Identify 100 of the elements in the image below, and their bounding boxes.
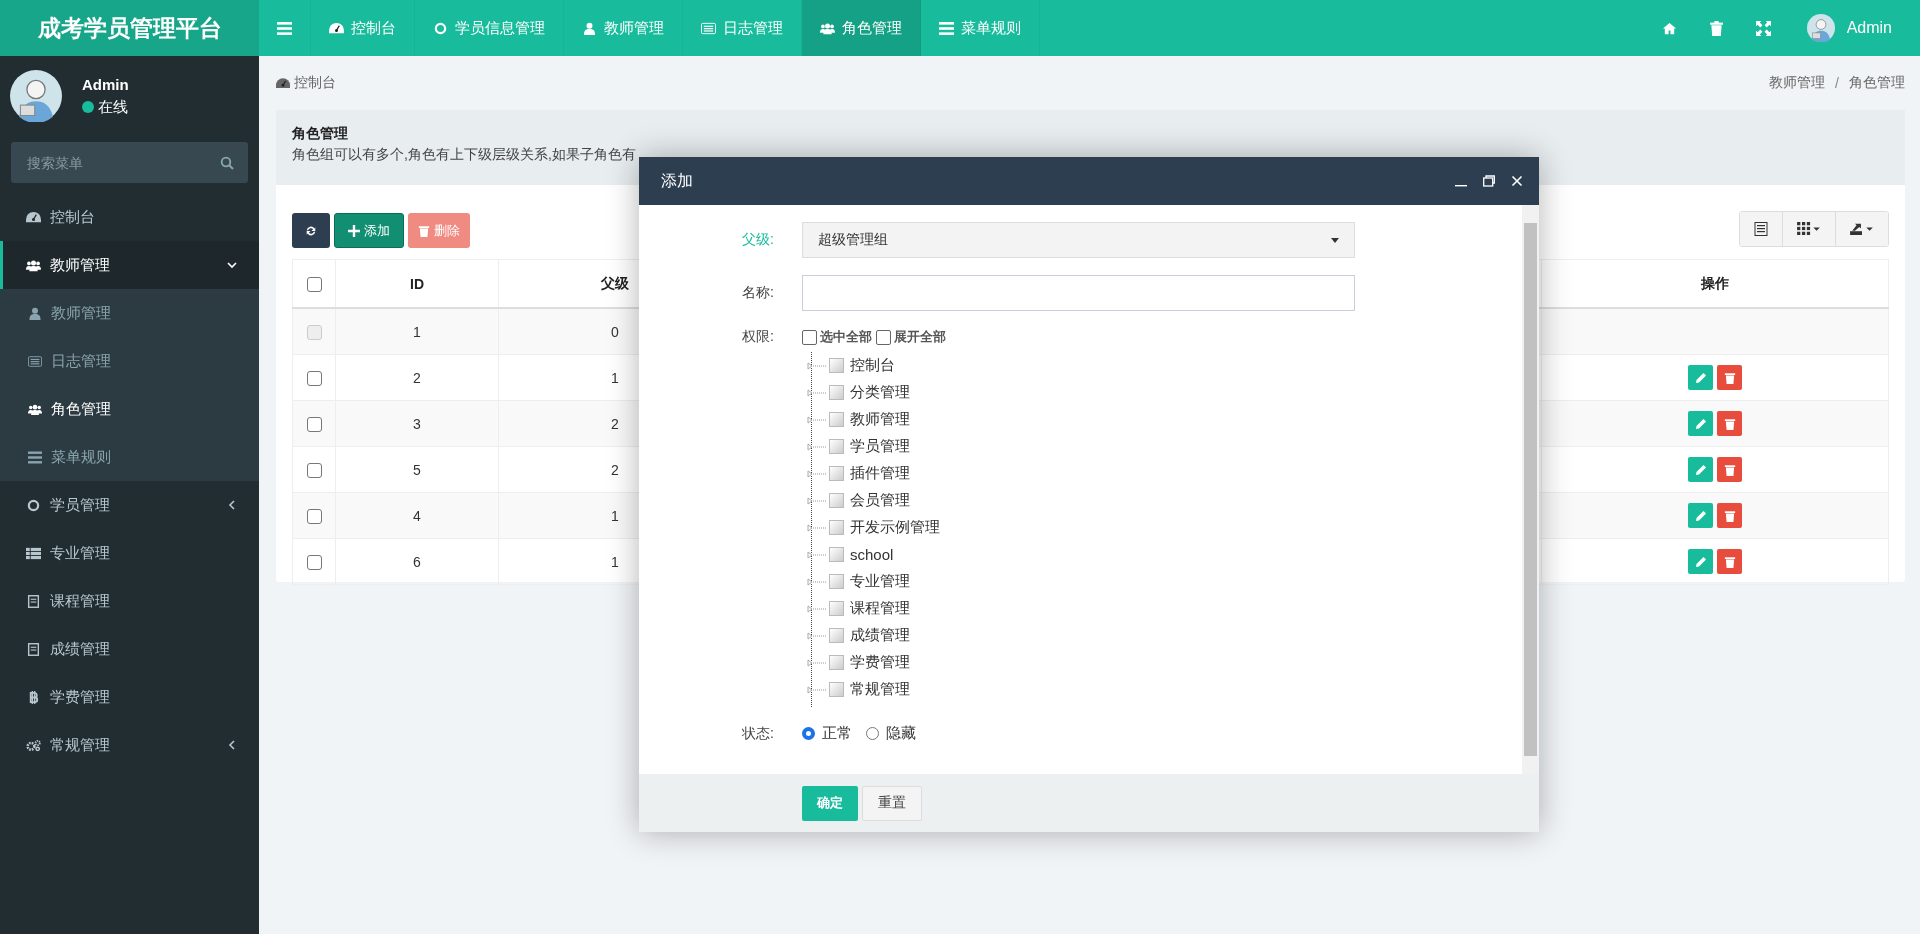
scrollbar[interactable] <box>1522 205 1539 774</box>
row-checkbox[interactable] <box>306 554 322 570</box>
trash-icon <box>1723 417 1736 430</box>
refresh-icon <box>305 224 317 237</box>
tree-checkbox[interactable] <box>829 682 844 697</box>
delete-button[interactable] <box>1717 457 1742 482</box>
refresh-button[interactable] <box>292 213 330 248</box>
tree-checkbox[interactable] <box>829 412 844 427</box>
sidebar-item[interactable]: 专业管理 <box>0 529 259 577</box>
tree-checkbox[interactable] <box>829 466 844 481</box>
expand-icon[interactable] <box>807 441 827 452</box>
columns-button[interactable] <box>1783 211 1836 246</box>
tree-item[interactable]: 开发示例管理 <box>850 518 940 537</box>
dashboard-icon <box>329 21 344 35</box>
sidebar-item[interactable]: 成绩管理 <box>0 625 259 673</box>
avatar-icon <box>10 70 62 122</box>
expand-icon[interactable] <box>807 387 827 398</box>
edit-button[interactable] <box>1688 457 1713 482</box>
row-checkbox[interactable] <box>306 416 322 432</box>
edit-button[interactable] <box>1688 411 1713 436</box>
tree-checkbox[interactable] <box>829 520 844 535</box>
delete-button[interactable] <box>1717 411 1742 436</box>
table-cell: 4 <box>335 492 499 539</box>
parent-select[interactable]: 超级管理组 <box>802 222 1355 258</box>
delete-button[interactable] <box>1717 549 1742 574</box>
select-all-checkbox[interactable]: 选中全部 <box>802 328 872 346</box>
sidebar-item[interactable]: 课程管理 <box>0 577 259 625</box>
expand-icon[interactable] <box>807 603 827 614</box>
tree-checkbox[interactable] <box>829 493 844 508</box>
edit-button[interactable] <box>1688 365 1713 390</box>
sidebar-subitem[interactable]: 日志管理 <box>0 337 259 385</box>
tree-checkbox[interactable] <box>829 601 844 616</box>
tree-checkbox[interactable] <box>829 439 844 454</box>
edit-button[interactable] <box>1688 549 1713 574</box>
tree-item[interactable]: 成绩管理 <box>850 626 910 645</box>
close-icon[interactable] <box>1511 175 1523 187</box>
sidebar-subitem[interactable]: 菜单规则 <box>0 433 259 481</box>
tree-item[interactable]: 课程管理 <box>850 599 910 618</box>
tree-checkbox[interactable] <box>829 385 844 400</box>
expand-icon[interactable] <box>807 576 827 587</box>
users-icon <box>820 21 835 35</box>
tree-item[interactable]: 插件管理 <box>850 464 910 483</box>
expand-icon[interactable] <box>807 549 827 560</box>
breadcrumb-link[interactable]: 教师管理 <box>1769 74 1826 92</box>
expand-icon[interactable] <box>807 495 827 506</box>
plus-icon <box>348 224 360 237</box>
tree-checkbox[interactable] <box>829 574 844 589</box>
status-radio[interactable]: 隐藏 <box>866 724 916 743</box>
expand-icon[interactable] <box>807 657 827 668</box>
tree-checkbox[interactable] <box>829 358 844 373</box>
tree-item[interactable]: 教师管理 <box>850 410 910 429</box>
table-cell: 3 <box>335 400 499 447</box>
status-radio[interactable]: 正常 <box>802 724 852 743</box>
name-input[interactable] <box>802 275 1355 311</box>
sidebar-item[interactable]: 控制台 <box>0 193 259 241</box>
row-checkbox[interactable] <box>306 462 322 478</box>
maximize-icon[interactable] <box>1483 175 1495 187</box>
tree-checkbox[interactable] <box>829 628 844 643</box>
menu-icon <box>939 21 954 35</box>
expand-icon[interactable] <box>807 522 827 533</box>
expand-all-checkbox[interactable]: 展开全部 <box>876 328 946 346</box>
view-toggle-button[interactable] <box>1740 211 1783 246</box>
sidebar-item[interactable]: 学费管理 <box>0 673 259 721</box>
tree-item[interactable]: 会员管理 <box>850 491 910 510</box>
expand-icon[interactable] <box>807 684 827 695</box>
list-icon <box>28 354 42 368</box>
expand-icon[interactable] <box>807 414 827 425</box>
form-label: 父级: <box>741 231 775 249</box>
row-checkbox[interactable] <box>306 508 322 524</box>
add-button[interactable]: 添加 <box>334 213 404 248</box>
tree-item[interactable]: 控制台 <box>850 356 895 375</box>
tree-item[interactable]: school <box>850 546 894 563</box>
tree-item[interactable]: 常规管理 <box>850 680 910 699</box>
tree-item[interactable]: 学费管理 <box>850 653 910 672</box>
reset-button[interactable]: 重置 <box>862 785 922 821</box>
edit-button[interactable] <box>1688 503 1713 528</box>
breadcrumb-link[interactable]: 控制台 <box>276 74 336 92</box>
sidebar-subitem[interactable]: 角色管理 <box>0 385 259 433</box>
tree-item[interactable]: 学员管理 <box>850 437 910 456</box>
expand-icon[interactable] <box>807 468 827 479</box>
sidebar-item[interactable]: 学员管理 <box>0 481 259 529</box>
tree-item[interactable]: 专业管理 <box>850 572 910 591</box>
tree-checkbox[interactable] <box>829 655 844 670</box>
delete-button[interactable] <box>1717 503 1742 528</box>
calendar-icon <box>26 594 41 608</box>
expand-icon[interactable] <box>807 360 827 371</box>
tree-checkbox[interactable] <box>829 547 844 562</box>
row-checkbox[interactable] <box>306 370 322 386</box>
trash-icon <box>1723 509 1736 522</box>
sidebar-item[interactable]: 教师管理 <box>0 241 259 289</box>
expand-icon[interactable] <box>807 630 827 641</box>
search-field[interactable]: 搜索菜单 <box>11 142 248 183</box>
gears-icon <box>26 738 41 752</box>
sidebar-subitem[interactable]: 教师管理 <box>0 289 259 337</box>
sidebar-item[interactable]: 常规管理 <box>0 721 259 769</box>
export-button[interactable] <box>1836 211 1888 246</box>
delete-button[interactable] <box>1717 365 1742 390</box>
tree-item[interactable]: 分类管理 <box>850 383 910 402</box>
breadcrumb-link[interactable]: 角色管理 <box>1849 74 1905 92</box>
checkbox[interactable] <box>306 276 322 292</box>
